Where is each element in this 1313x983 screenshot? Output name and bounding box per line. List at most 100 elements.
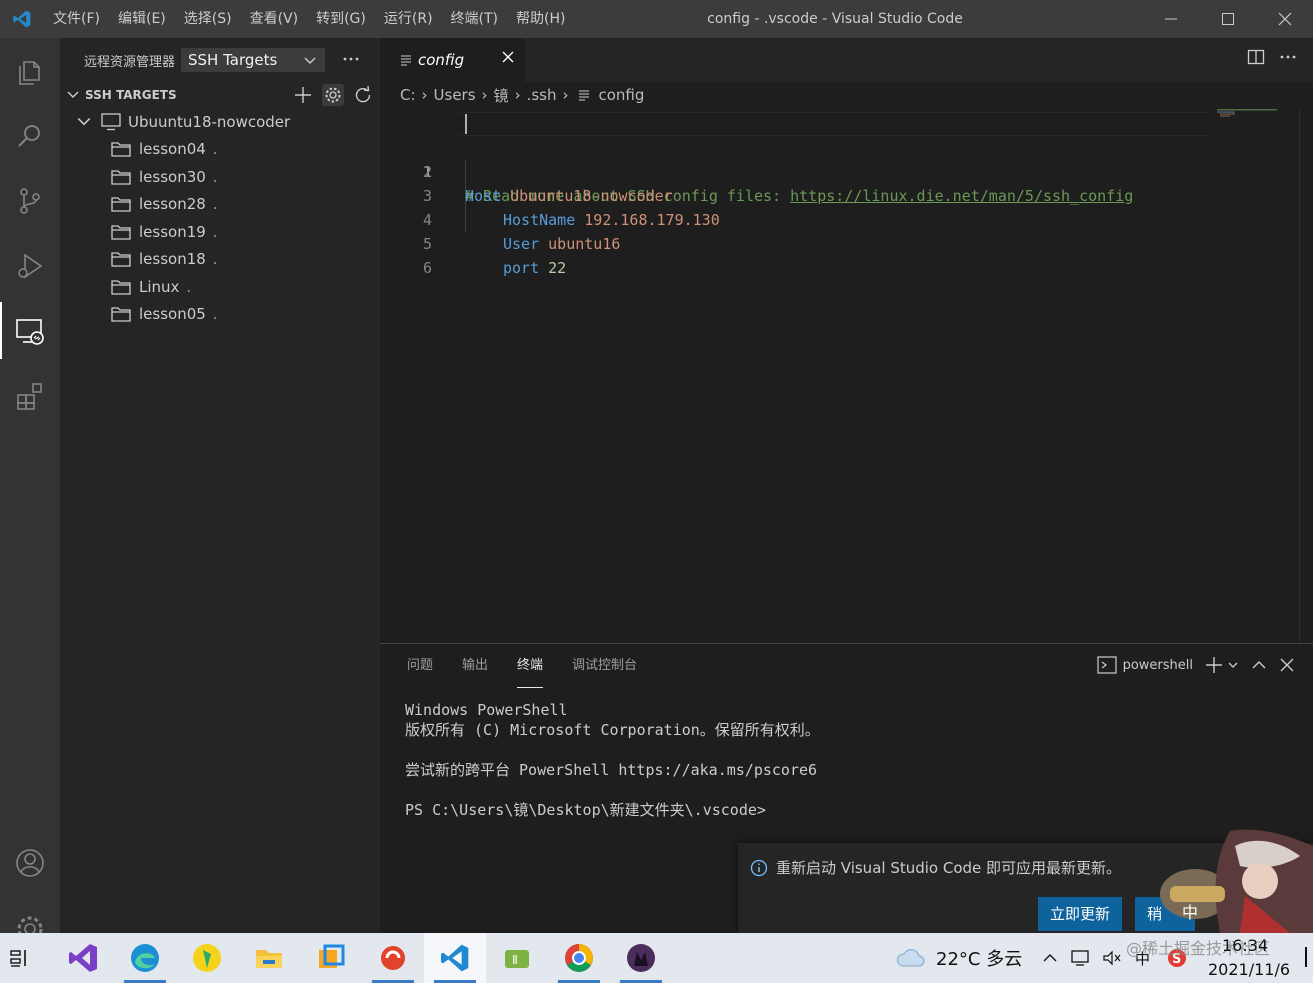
breadcrumb-item[interactable]: 镜: [494, 85, 509, 106]
add-new-ssh-host-button[interactable]: [292, 84, 314, 106]
tab-terminal[interactable]: 终端: [508, 644, 552, 688]
chevron-up-icon[interactable]: [1042, 950, 1058, 966]
terminal-output[interactable]: Windows PowerShell 版权所有 (C) Microsoft Cor…: [405, 700, 820, 820]
breadcrumb-item[interactable]: config: [598, 86, 644, 104]
close-tab-icon[interactable]: [501, 50, 515, 64]
terminal-name[interactable]: powershell: [1123, 658, 1193, 673]
folder-label: lesson19: [139, 222, 206, 241]
show-desktop-button[interactable]: [1305, 947, 1313, 967]
vscode-logo-icon: [0, 0, 44, 38]
tab-debug-console[interactable]: 调试控制台: [563, 644, 646, 688]
menu-go[interactable]: 转到(G): [307, 0, 375, 38]
game-app-icon: [627, 944, 655, 972]
edge-button[interactable]: [114, 933, 176, 983]
menu-terminal[interactable]: 终端(T): [442, 0, 507, 38]
menu-view[interactable]: 查看(V): [241, 0, 308, 38]
network-icon[interactable]: [1070, 949, 1090, 967]
minimap[interactable]: [1217, 108, 1297, 118]
cloud-icon: [897, 949, 925, 967]
remote-target-select[interactable]: SSH Targets: [181, 48, 326, 72]
ssh-targets-section-header[interactable]: SSH TARGETS: [60, 82, 380, 108]
explorer-button[interactable]: [0, 38, 60, 103]
folder-icon: [111, 280, 131, 295]
source-control-icon: [20, 187, 40, 214]
game-app-button[interactable]: [610, 933, 672, 983]
folder-item[interactable]: lesson28.: [60, 191, 380, 219]
menu-help[interactable]: 帮助(H): [507, 0, 574, 38]
task-view-button[interactable]: [0, 933, 50, 983]
breadcrumb-item[interactable]: Users: [434, 86, 476, 104]
folder-item[interactable]: Linux.: [60, 273, 380, 301]
info-icon: [750, 859, 768, 876]
search-button[interactable]: [0, 103, 60, 168]
configure-button[interactable]: [322, 84, 344, 106]
menu-selection[interactable]: 选择(S): [175, 0, 241, 38]
breadcrumb-item[interactable]: .ssh: [527, 86, 557, 104]
qq-music-button[interactable]: [176, 933, 238, 983]
tab-config[interactable]: config: [380, 38, 525, 82]
mascot-character-image: 中: [1160, 829, 1313, 933]
accounts-button[interactable]: [0, 830, 60, 895]
value: 22: [539, 259, 567, 277]
folder-suffix: .: [212, 305, 218, 324]
remote-explorer-icon: [16, 318, 44, 345]
plus-icon[interactable]: [1205, 656, 1223, 674]
clock-date[interactable]: 2021/11/6: [1208, 960, 1290, 979]
folder-label: lesson05: [139, 305, 206, 324]
more-actions-icon[interactable]: [342, 50, 360, 68]
minimize-button[interactable]: [1142, 0, 1199, 38]
folder-icon: [111, 225, 131, 240]
vscode-taskbar-button[interactable]: [424, 933, 486, 983]
editor-actions: [1247, 48, 1297, 66]
more-actions-icon[interactable]: [1279, 48, 1297, 66]
terminal-line: 版权所有 (C) Microsoft Corporation。保留所有权利。: [405, 721, 820, 739]
folder-item[interactable]: lesson04.: [60, 136, 380, 164]
tab-output[interactable]: 输出: [453, 644, 497, 688]
breadcrumb-item[interactable]: C:: [400, 86, 416, 104]
folder-item[interactable]: lesson30.: [60, 163, 380, 191]
folder-suffix: .: [212, 250, 218, 269]
clock-time[interactable]: 16:34: [1222, 936, 1268, 955]
remote-explorer-button[interactable]: [0, 298, 60, 363]
chrome-button[interactable]: [548, 933, 610, 983]
window-title: config - .vscode - Visual Studio Code: [707, 11, 963, 27]
file-lines-icon: [579, 90, 590, 101]
file-explorer-button[interactable]: [238, 933, 300, 983]
source-control-button[interactable]: [0, 168, 60, 233]
folder-item[interactable]: lesson19.: [60, 218, 380, 246]
visual-studio-button[interactable]: [52, 933, 114, 983]
editor-scrollbar[interactable]: [1299, 108, 1313, 643]
menu-file[interactable]: 文件(F): [44, 0, 109, 38]
run-debug-button[interactable]: [0, 233, 60, 298]
code-line: 4 User ubuntu16: [380, 184, 1313, 253]
refresh-button[interactable]: [352, 84, 374, 106]
close-icon[interactable]: [1279, 657, 1295, 673]
chevron-down-icon[interactable]: [1227, 659, 1239, 671]
task-view-icon: [10, 950, 26, 967]
manage-button[interactable]: [0, 898, 60, 933]
weather-widget[interactable]: 22°C 多云: [896, 933, 1022, 983]
app-button[interactable]: [300, 933, 362, 983]
code-line: 6: [380, 232, 1313, 277]
menu-edit[interactable]: 编辑(E): [109, 0, 175, 38]
folder-icon: [111, 170, 131, 185]
ssh-host-item[interactable]: Ubuuntu18-nowcoder: [60, 108, 380, 136]
browser-app-button[interactable]: [362, 933, 424, 983]
close-window-button[interactable]: [1256, 0, 1313, 38]
code-editor[interactable]: 1 # Read more about SSH config files: ht…: [380, 112, 1313, 277]
volume-muted-icon[interactable]: [1102, 949, 1122, 967]
update-now-button[interactable]: 立即更新: [1038, 897, 1123, 931]
wechat-app-button[interactable]: Ⅱ: [486, 933, 548, 983]
tab-problems[interactable]: 问题: [398, 644, 442, 688]
file-lines-icon: [401, 55, 411, 66]
keyword: port: [503, 259, 540, 277]
folder-list: lesson04. lesson30. lesson28. lesson19. less…: [60, 136, 380, 329]
chevron-up-icon[interactable]: [1251, 657, 1267, 673]
maximize-button[interactable]: [1199, 0, 1256, 38]
chevron-down-icon: [67, 91, 79, 98]
menu-run[interactable]: 运行(R): [375, 0, 442, 38]
split-editor-icon[interactable]: [1247, 48, 1265, 66]
folder-item[interactable]: lesson18.: [60, 246, 380, 274]
folder-item[interactable]: lesson05.: [60, 301, 380, 329]
extensions-button[interactable]: [0, 363, 60, 428]
